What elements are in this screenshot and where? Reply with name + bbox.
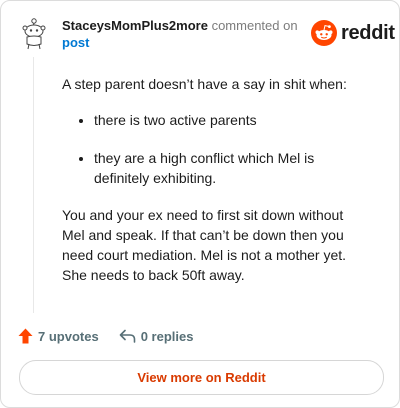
view-more-button[interactable]: View more on Reddit xyxy=(19,360,384,395)
reddit-wordmark: reddit xyxy=(341,21,395,44)
comment-action-text: commented on xyxy=(211,18,298,33)
author-name[interactable]: StaceysMomPlus2more xyxy=(62,18,208,33)
upvote-arrow-icon xyxy=(18,328,33,344)
bullet-item: they are a high conflict which Mel is de… xyxy=(94,148,362,188)
upvotes-count: 7 upvotes xyxy=(38,328,99,344)
comment-embed-card: StaceysMomPlus2more commented on post re… xyxy=(0,0,400,408)
replies-count: 0 replies xyxy=(140,328,194,344)
comment-actions: 7 upvotes 0 replies xyxy=(18,326,193,346)
comment-header: StaceysMomPlus2more commented on xyxy=(62,18,302,34)
bullet-item: there is two active parents xyxy=(94,110,362,130)
reddit-logo[interactable]: reddit xyxy=(311,20,395,46)
comment-body: A step parent doesn’t have a say in shit… xyxy=(62,74,362,285)
comment-bullet-list: there is two active parents they are a h… xyxy=(62,110,362,188)
upvote-button[interactable]: 7 upvotes xyxy=(18,328,99,344)
comment-intro: A step parent doesn’t have a say in shit… xyxy=(62,76,347,92)
replies-button[interactable]: 0 replies xyxy=(119,328,194,344)
comment-closing: You and your ex need to first sit down w… xyxy=(62,207,347,283)
reddit-snoo-icon xyxy=(311,20,337,46)
thread-line[interactable] xyxy=(33,57,34,313)
reply-arrow-icon xyxy=(119,329,135,343)
snoo-avatar-icon[interactable] xyxy=(21,16,47,50)
post-link[interactable]: post xyxy=(62,35,89,51)
